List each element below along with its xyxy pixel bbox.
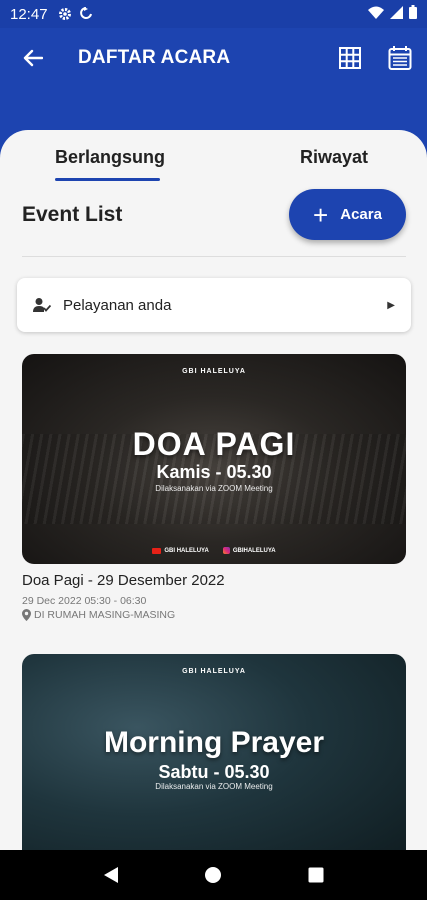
calendar-icon — [388, 46, 412, 70]
event-location: DI RUMAH MASING-MASING — [22, 609, 175, 621]
back-arrow-icon — [23, 49, 43, 67]
instagram-handle: GBIHALELUYA — [232, 547, 276, 554]
event-title[interactable]: Doa Pagi - 29 Desember 2022 — [22, 572, 225, 589]
instagram-icon — [222, 547, 230, 554]
sync-icon — [79, 7, 92, 21]
tab-label: Berlangsung — [55, 147, 166, 167]
poster-note: Dilaksanakan via ZOOM Meeting — [155, 484, 273, 493]
poster-note: Dilaksanakan via ZOOM Meeting — [155, 782, 273, 791]
wifi-icon — [368, 6, 384, 23]
poster-heading: DOA PAGI — [132, 426, 296, 462]
page-title: DAFTAR ACARA — [78, 47, 231, 68]
home-circle-icon — [205, 867, 222, 883]
nav-recents-button[interactable] — [301, 860, 331, 890]
status-time: 12:47 — [10, 5, 48, 23]
grid-view-button[interactable] — [337, 45, 363, 71]
system-nav-bar — [0, 850, 427, 900]
plus-icon: + — [313, 199, 329, 230]
add-event-button[interactable]: + Acara — [289, 189, 406, 240]
service-label: Pelayanan anda — [63, 296, 172, 314]
app-bar: DAFTAR ACARA — [0, 28, 427, 88]
tab-berlangsung[interactable]: Berlangsung — [0, 130, 241, 185]
event-location-text: DI RUMAH MASING-MASING — [34, 609, 176, 621]
location-pin-icon — [22, 609, 31, 621]
user-check-icon — [33, 297, 51, 313]
grid-icon — [339, 47, 361, 69]
divider — [22, 256, 406, 257]
nav-back-button[interactable] — [96, 860, 126, 890]
poster-subheading: Sabtu - 05.30 — [158, 762, 270, 782]
poster-heading: Morning Prayer — [103, 726, 325, 759]
event-poster[interactable]: GBI HALELUYA DOA PAGI Kamis - 05.30 Dila… — [22, 354, 406, 564]
poster-logo: GBI HALELUYA — [182, 368, 246, 375]
service-row[interactable]: Pelayanan anda ▶ — [17, 278, 411, 332]
add-button-label: Acara — [340, 206, 382, 223]
battery-icon — [409, 5, 417, 23]
back-triangle-icon — [104, 867, 119, 883]
list-title: Event List — [22, 203, 123, 226]
gear-icon — [58, 7, 72, 21]
poster-logo: GBI HALELUYA — [182, 668, 246, 675]
event-poster[interactable]: GBI HALELUYA Morning Prayer Sabtu - 05.3… — [22, 654, 406, 850]
youtube-icon — [152, 547, 162, 554]
status-bar: 12:47 — [0, 0, 427, 28]
active-tab-indicator — [55, 178, 160, 181]
event-datetime: 29 Dec 2022 05:30 - 06:30 — [22, 595, 147, 607]
tab-label: Riwayat — [299, 147, 369, 167]
poster-subheading: Kamis - 05.30 — [156, 462, 272, 482]
youtube-handle: GBI HALELUYA — [164, 547, 209, 554]
tab-riwayat[interactable]: Riwayat — [241, 130, 427, 185]
calendar-button[interactable] — [387, 45, 413, 71]
signal-icon — [390, 5, 403, 23]
chevron-right-icon: ▶ — [387, 299, 395, 311]
content-sheet: Berlangsung Riwayat Event List + Acara P… — [0, 130, 427, 850]
nav-home-button[interactable] — [198, 860, 228, 890]
poster-socials: GBI HALELUYA GBIHALELUYA — [22, 547, 406, 554]
back-button[interactable] — [18, 43, 48, 73]
recents-square-icon — [308, 867, 324, 883]
tab-bar: Berlangsung Riwayat — [0, 130, 427, 185]
